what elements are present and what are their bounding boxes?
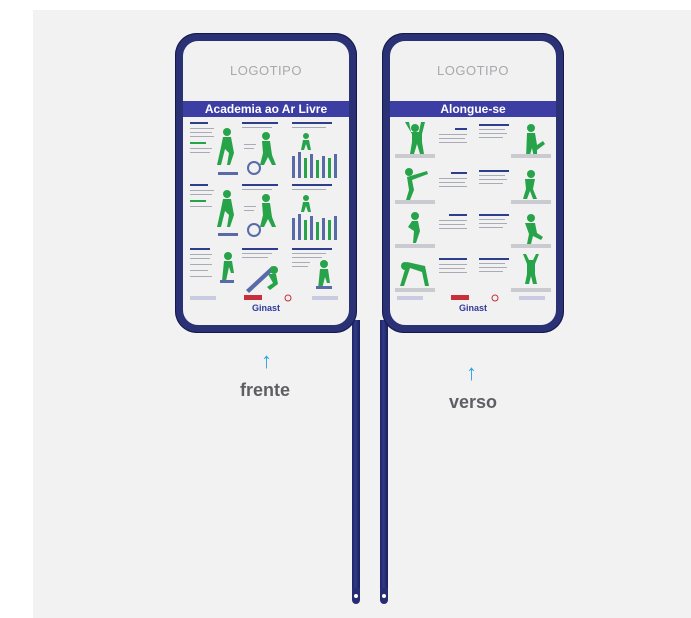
back-stretch-illustrations <box>395 122 551 302</box>
front-logo-placeholder: LOGOTIPO <box>230 63 302 78</box>
exercise-bars-2 <box>292 184 337 240</box>
exercise-simulator <box>190 248 234 283</box>
front-brand-logo: Ginast <box>251 303 280 313</box>
back-logo-placeholder: LOGOTIPO <box>437 63 509 78</box>
exercise-leg-press <box>242 248 278 293</box>
exercise-bars-1 <box>292 122 337 178</box>
front-post-base <box>352 588 360 604</box>
front-sign-post <box>352 320 360 590</box>
background-panel <box>33 10 691 618</box>
front-exercise-illustrations <box>190 122 338 302</box>
stretch-bend <box>395 258 467 292</box>
arrow-up-icon: ↑ <box>261 348 272 373</box>
front-sign-panel: LOGOTIPO Academia ao Ar Livre Ginast <box>183 41 349 325</box>
front-sign: LOGOTIPO Academia ao Ar Livre Ginast <box>175 33 357 333</box>
front-title-band: Academia ao Ar Livre <box>183 101 349 117</box>
back-stretch-grid <box>395 120 551 302</box>
back-brand-logo: Ginast <box>458 303 487 313</box>
back-sign-post <box>380 320 388 590</box>
arrow-up-icon: ↑ <box>466 360 477 385</box>
exercise-rotation <box>242 122 278 175</box>
back-title-band: Alongue-se <box>390 101 556 117</box>
exercise-walker <box>190 122 238 175</box>
exercise-walker-2 <box>190 184 238 236</box>
exercise-rotation-2 <box>242 184 278 237</box>
stretch-hands-back <box>479 124 551 158</box>
stretch-overhead <box>479 254 551 292</box>
front-exercise-grid <box>188 120 344 302</box>
stretch-side-lean <box>395 168 467 204</box>
back-sign: LOGOTIPO Alongue-se Ginast <box>382 33 564 333</box>
back-caption: verso <box>449 392 498 412</box>
exercise-arm-machine <box>292 248 332 289</box>
stretch-quad <box>479 214 551 248</box>
scene: LOGOTIPO Academia ao Ar Livre Ginast LOG… <box>0 0 691 618</box>
back-sign-panel: LOGOTIPO Alongue-se Ginast <box>390 41 556 325</box>
stretch-neck <box>479 170 551 204</box>
stretch-leg <box>395 212 467 248</box>
front-caption: frente <box>240 380 291 400</box>
stretch-arms-up <box>395 122 467 158</box>
back-post-base <box>380 588 388 604</box>
